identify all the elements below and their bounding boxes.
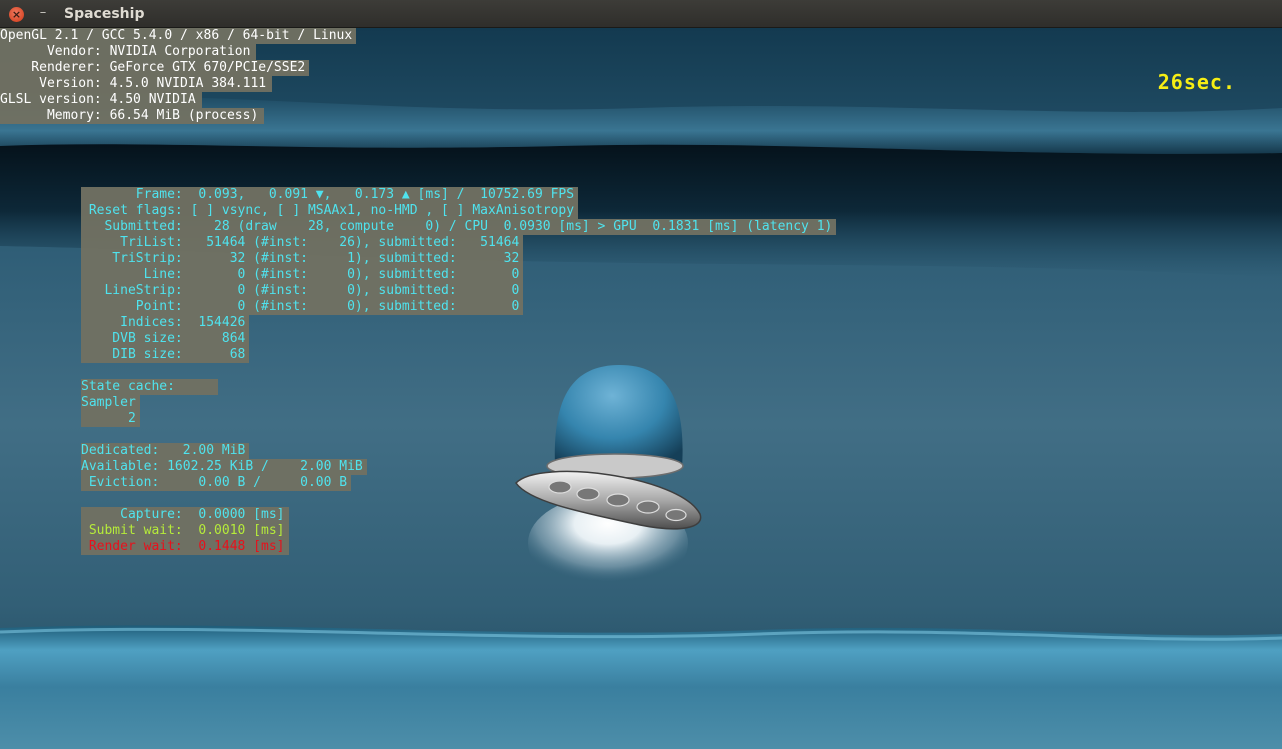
reset-flags-line: Reset flags: [ ] vsync, [ ] MSAAx1, no-H…	[81, 203, 579, 219]
performance-stats-panel: Frame: 0.093, 0.091 ▼, 0.173 ▲ [ms] / 10…	[81, 187, 837, 363]
sampler-line: Sampler	[81, 395, 140, 411]
submit-wait-line: Submit wait: 0.0010 [ms]	[81, 523, 289, 539]
floor-band	[0, 625, 1282, 749]
indices-line: Indices: 154426	[81, 315, 250, 331]
available-memory-line: Available: 1602.25 KiB / 2.00 MiB	[81, 459, 367, 475]
state-cache-line: State cache:	[81, 379, 219, 395]
state-cache-panel: State cache: Sampler 2	[81, 379, 219, 427]
trilist-line: TriList: 51464 (#inst: 26), submitted: 5…	[81, 235, 524, 251]
tristrip-line: TriStrip: 32 (#inst: 1), submitted: 32	[81, 251, 524, 267]
minimize-icon[interactable]: –	[36, 5, 50, 21]
opengl-info-line: OpenGL 2.1 / GCC 5.4.0 / x86 / 64-bit / …	[0, 28, 357, 44]
app-window: × – Spaceship 26sec. OpenGL 2.1 / GCC 5.…	[0, 0, 1282, 749]
dib-size-line: DIB size: 68	[81, 347, 250, 363]
disc-window	[606, 493, 630, 507]
version-line: Version: 4.5.0 NVIDIA 384.111	[0, 76, 273, 92]
renderer-line: Renderer: GeForce GTX 670/PCIe/SSE2	[0, 60, 310, 76]
wait-times-panel: Capture: 0.0000 [ms] Submit wait: 0.0010…	[81, 507, 289, 555]
timer-display: 26sec.	[1157, 70, 1236, 94]
window-title: Spaceship	[64, 6, 145, 22]
memory-line: Memory: 66.54 MiB (process)	[0, 108, 265, 124]
dvb-size-line: DVB size: 864	[81, 331, 250, 347]
line-stats-line: Line: 0 (#inst: 0), submitted: 0	[81, 267, 524, 283]
disc-window	[548, 480, 572, 494]
gpu-memory-panel: Dedicated: 2.00 MiB Available: 1602.25 K…	[81, 443, 367, 491]
system-info-panel: OpenGL 2.1 / GCC 5.4.0 / x86 / 64-bit / …	[0, 28, 357, 124]
submitted-line: Submitted: 28 (draw 28, compute 0) / CPU…	[81, 219, 837, 235]
capture-line: Capture: 0.0000 [ms]	[81, 507, 289, 523]
eviction-line: Eviction: 0.00 B / 0.00 B	[81, 475, 352, 491]
frame-stats-line: Frame: 0.093, 0.091 ▼, 0.173 ▲ [ms] / 10…	[81, 187, 579, 203]
dedicated-memory-line: Dedicated: 2.00 MiB	[81, 443, 250, 459]
vendor-line: Vendor: NVIDIA Corporation	[0, 44, 257, 60]
render-wait-line: Render wait: 0.1448 [ms]	[81, 539, 289, 555]
glsl-version-line: GLSL version: 4.50 NVIDIA	[0, 92, 202, 108]
close-icon[interactable]: ×	[9, 7, 24, 22]
title-bar[interactable]: × – Spaceship	[0, 0, 1282, 28]
disc-window	[665, 508, 687, 522]
sampler-value-line: 2	[81, 411, 140, 427]
disc-window	[636, 500, 660, 514]
disc-window	[576, 487, 600, 501]
linestrip-line: LineStrip: 0 (#inst: 0), submitted: 0	[81, 283, 524, 299]
point-line: Point: 0 (#inst: 0), submitted: 0	[81, 299, 524, 315]
